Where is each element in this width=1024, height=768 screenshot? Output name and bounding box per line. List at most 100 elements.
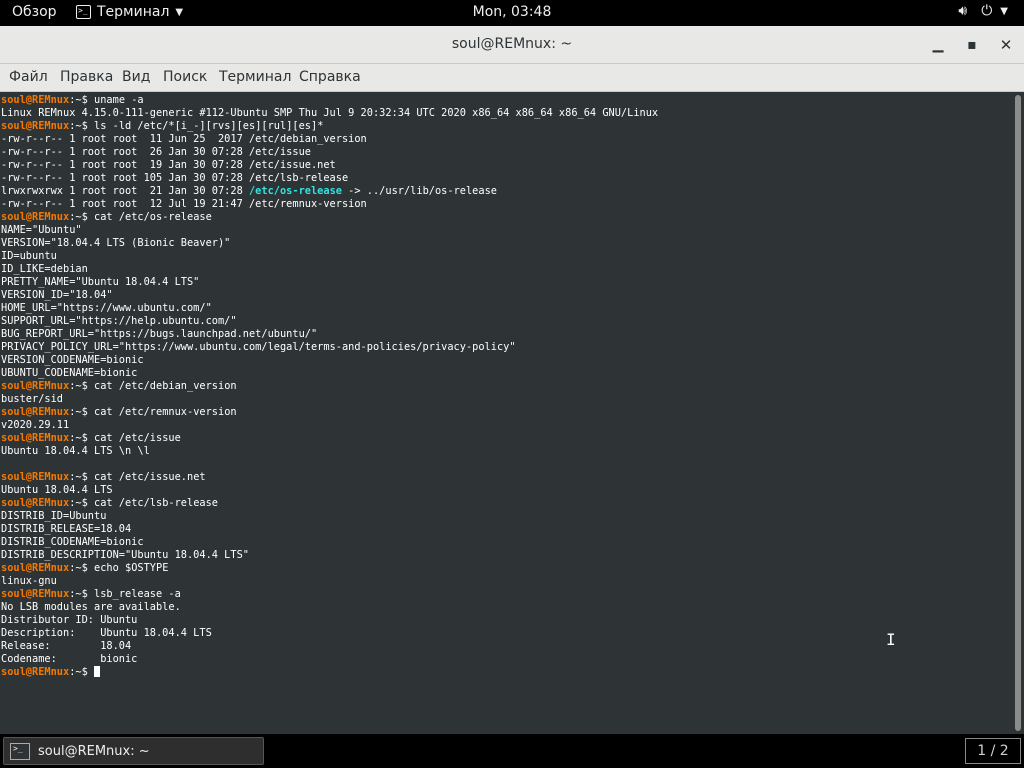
output-line: VERSION_ID="18.04" <box>1 289 658 302</box>
menu-view[interactable]: Вид <box>122 69 150 85</box>
system-status-menu[interactable]: 🔊︎ ⏻ ▼ <box>958 3 1008 19</box>
command-text: cat /etc/os-release <box>94 211 212 223</box>
output-line: UBUNTU_CODENAME=bionic <box>1 367 658 380</box>
output-line: linux-gnu <box>1 575 658 588</box>
output-text: ID=ubuntu <box>1 250 57 262</box>
top-bar: Обзор >_ Терминал ▼ Mon, 03:48 🔊︎ ⏻ ▼ <box>0 0 1024 26</box>
output-line: -rw-r--r-- 1 root root 12 Jul 19 21:47 /… <box>1 198 658 211</box>
terminal-icon: >_ <box>10 742 30 760</box>
prompt-line: soul@REMnux:~$ cat /etc/issue <box>1 432 658 445</box>
output-line: Codename: bionic <box>1 653 658 666</box>
output-line: -rw-r--r-- 1 root root 26 Jan 30 07:28 /… <box>1 146 658 159</box>
chevron-down-icon: ▼ <box>1000 5 1008 17</box>
command-text: uname -a <box>94 94 144 106</box>
output-text: UBUNTU_CODENAME=bionic <box>1 367 138 379</box>
command-text: cat /etc/lsb-release <box>94 497 219 509</box>
window-titlebar[interactable]: soul@REMnux: ~ ▁ ▪ ✕ <box>0 26 1024 64</box>
output-text: SUPPORT_URL="https://help.ubuntu.com/" <box>1 315 237 327</box>
output-line: SUPPORT_URL="https://help.ubuntu.com/" <box>1 315 658 328</box>
output-text: Description: Ubuntu 18.04.4 LTS <box>1 627 212 639</box>
command-text: lsb_release -a <box>94 588 181 600</box>
menu-help[interactable]: Справка <box>299 69 361 85</box>
prompt-path: :~ <box>69 380 82 392</box>
prompt-path: :~ <box>69 471 82 483</box>
prompt-line: soul@REMnux:~$ <box>1 666 658 679</box>
output-line: VERSION="18.04.4 LTS (Bionic Beaver)" <box>1 237 658 250</box>
output-line: Ubuntu 18.04.4 LTS \n \l <box>1 445 658 458</box>
menu-edit[interactable]: Правка <box>60 69 113 85</box>
output-text: NAME="Ubuntu" <box>1 224 82 236</box>
terminal-area[interactable]: soul@REMnux:~$ uname -a Linux REMnux 4.15… <box>0 92 1012 734</box>
prompt-user-host: soul@REMnux <box>1 406 70 418</box>
scrollbar-thumb[interactable] <box>1015 95 1021 731</box>
minimize-button[interactable]: ▁ <box>928 35 948 55</box>
prompt-path: :~ <box>69 94 82 106</box>
prompt-symbol: $ <box>81 120 95 132</box>
prompt-user-host: soul@REMnux <box>1 94 70 106</box>
prompt-path: :~ <box>69 562 82 574</box>
prompt-line: soul@REMnux:~$ cat /etc/os-release <box>1 211 658 224</box>
output-line: NAME="Ubuntu" <box>1 224 658 237</box>
terminal-scrollbar[interactable] <box>1012 92 1024 734</box>
close-button[interactable]: ✕ <box>996 35 1016 55</box>
prompt-path: :~ <box>69 588 82 600</box>
prompt-line: soul@REMnux:~$ uname -a <box>1 94 658 107</box>
output-text: Release: 18.04 <box>1 640 132 652</box>
output-text: VERSION_ID="18.04" <box>1 289 113 301</box>
terminal-icon: >_ <box>76 5 91 19</box>
taskbar-window-label: soul@REMnux: ~ <box>38 743 150 759</box>
prompt-path: :~ <box>69 211 82 223</box>
output-text: -rw-r--r-- 1 root root 26 Jan 30 07:28 /… <box>1 146 311 158</box>
prompt-symbol: $ <box>81 471 95 483</box>
output-text: DISTRIB_RELEASE=18.04 <box>1 523 132 535</box>
output-line: PRETTY_NAME="Ubuntu 18.04.4 LTS" <box>1 276 658 289</box>
output-text: DISTRIB_CODENAME=bionic <box>1 536 144 548</box>
menu-file[interactable]: Файл <box>9 69 48 85</box>
output-text: Linux REMnux 4.15.0-111-generic #112-Ubu… <box>1 107 659 119</box>
output-text: VERSION_CODENAME=bionic <box>1 354 144 366</box>
output-text: -rw-r--r-- 1 root root 11 Jun 25 2017 /e… <box>1 133 367 145</box>
output-text: PRIVACY_POLICY_URL="https://www.ubuntu.c… <box>1 341 516 353</box>
app-menu-button[interactable]: >_ Терминал ▼ <box>76 4 183 20</box>
command-text: cat /etc/issue <box>94 432 181 444</box>
output-line: DISTRIB_RELEASE=18.04 <box>1 523 658 536</box>
output-line: Ubuntu 18.04.4 LTS <box>1 484 658 497</box>
prompt-line: soul@REMnux:~$ cat /etc/remnux-version <box>1 406 658 419</box>
terminal-output: soul@REMnux:~$ uname -a Linux REMnux 4.15… <box>1 94 658 679</box>
text-cursor <box>94 666 101 677</box>
prompt-line: soul@REMnux:~$ ls -ld /etc/*[i_-][rvs][e… <box>1 120 658 133</box>
output-line: Linux REMnux 4.15.0-111-generic #112-Ubu… <box>1 107 658 120</box>
command-text: cat /etc/debian_version <box>94 380 237 392</box>
activities-button[interactable]: Обзор <box>12 4 57 20</box>
output-text: PRETTY_NAME="Ubuntu 18.04.4 LTS" <box>1 276 200 288</box>
clock-button[interactable]: Mon, 03:48 <box>473 4 552 20</box>
menu-terminal[interactable]: Терминал <box>219 69 291 85</box>
output-text: -rw-r--r-- 1 root root 19 Jan 30 07:28 /… <box>1 159 336 171</box>
taskbar-window-button[interactable]: >_ soul@REMnux: ~ <box>3 737 264 765</box>
output-line: DISTRIB_ID=Ubuntu <box>1 510 658 523</box>
volume-icon: 🔊︎ <box>958 3 968 19</box>
prompt-symbol: $ <box>81 94 95 106</box>
prompt-user-host: soul@REMnux <box>1 471 70 483</box>
output-text: lrwxrwxrwx 1 root root 21 Jan 30 07:28 <box>1 185 249 197</box>
prompt-path: :~ <box>69 432 82 444</box>
prompt-line: soul@REMnux:~$ lsb_release -a <box>1 588 658 601</box>
output-text: Ubuntu 18.04.4 LTS \n \l <box>1 445 150 457</box>
window-title: soul@REMnux: ~ <box>451 36 573 52</box>
output-text: DISTRIB_DESCRIPTION="Ubuntu 18.04.4 LTS" <box>1 549 249 561</box>
app-menu-label: Терминал <box>97 4 170 20</box>
prompt-line: soul@REMnux:~$ cat /etc/debian_version <box>1 380 658 393</box>
prompt-symbol: $ <box>81 562 95 574</box>
output-line: ID=ubuntu <box>1 250 658 263</box>
menu-search[interactable]: Поиск <box>163 69 207 85</box>
workspace-indicator[interactable]: 1 / 2 <box>965 738 1021 764</box>
prompt-symbol: $ <box>81 588 95 600</box>
output-text: No LSB modules are available. <box>1 601 181 613</box>
output-text: v2020.29.11 <box>1 419 70 431</box>
maximize-button[interactable]: ▪ <box>962 35 982 55</box>
menu-bar: Файл Правка Вид Поиск Терминал Справка <box>0 64 1024 92</box>
prompt-line: soul@REMnux:~$ echo $OSTYPE <box>1 562 658 575</box>
prompt-user-host: soul@REMnux <box>1 120 70 132</box>
command-text: cat /etc/remnux-version <box>94 406 237 418</box>
